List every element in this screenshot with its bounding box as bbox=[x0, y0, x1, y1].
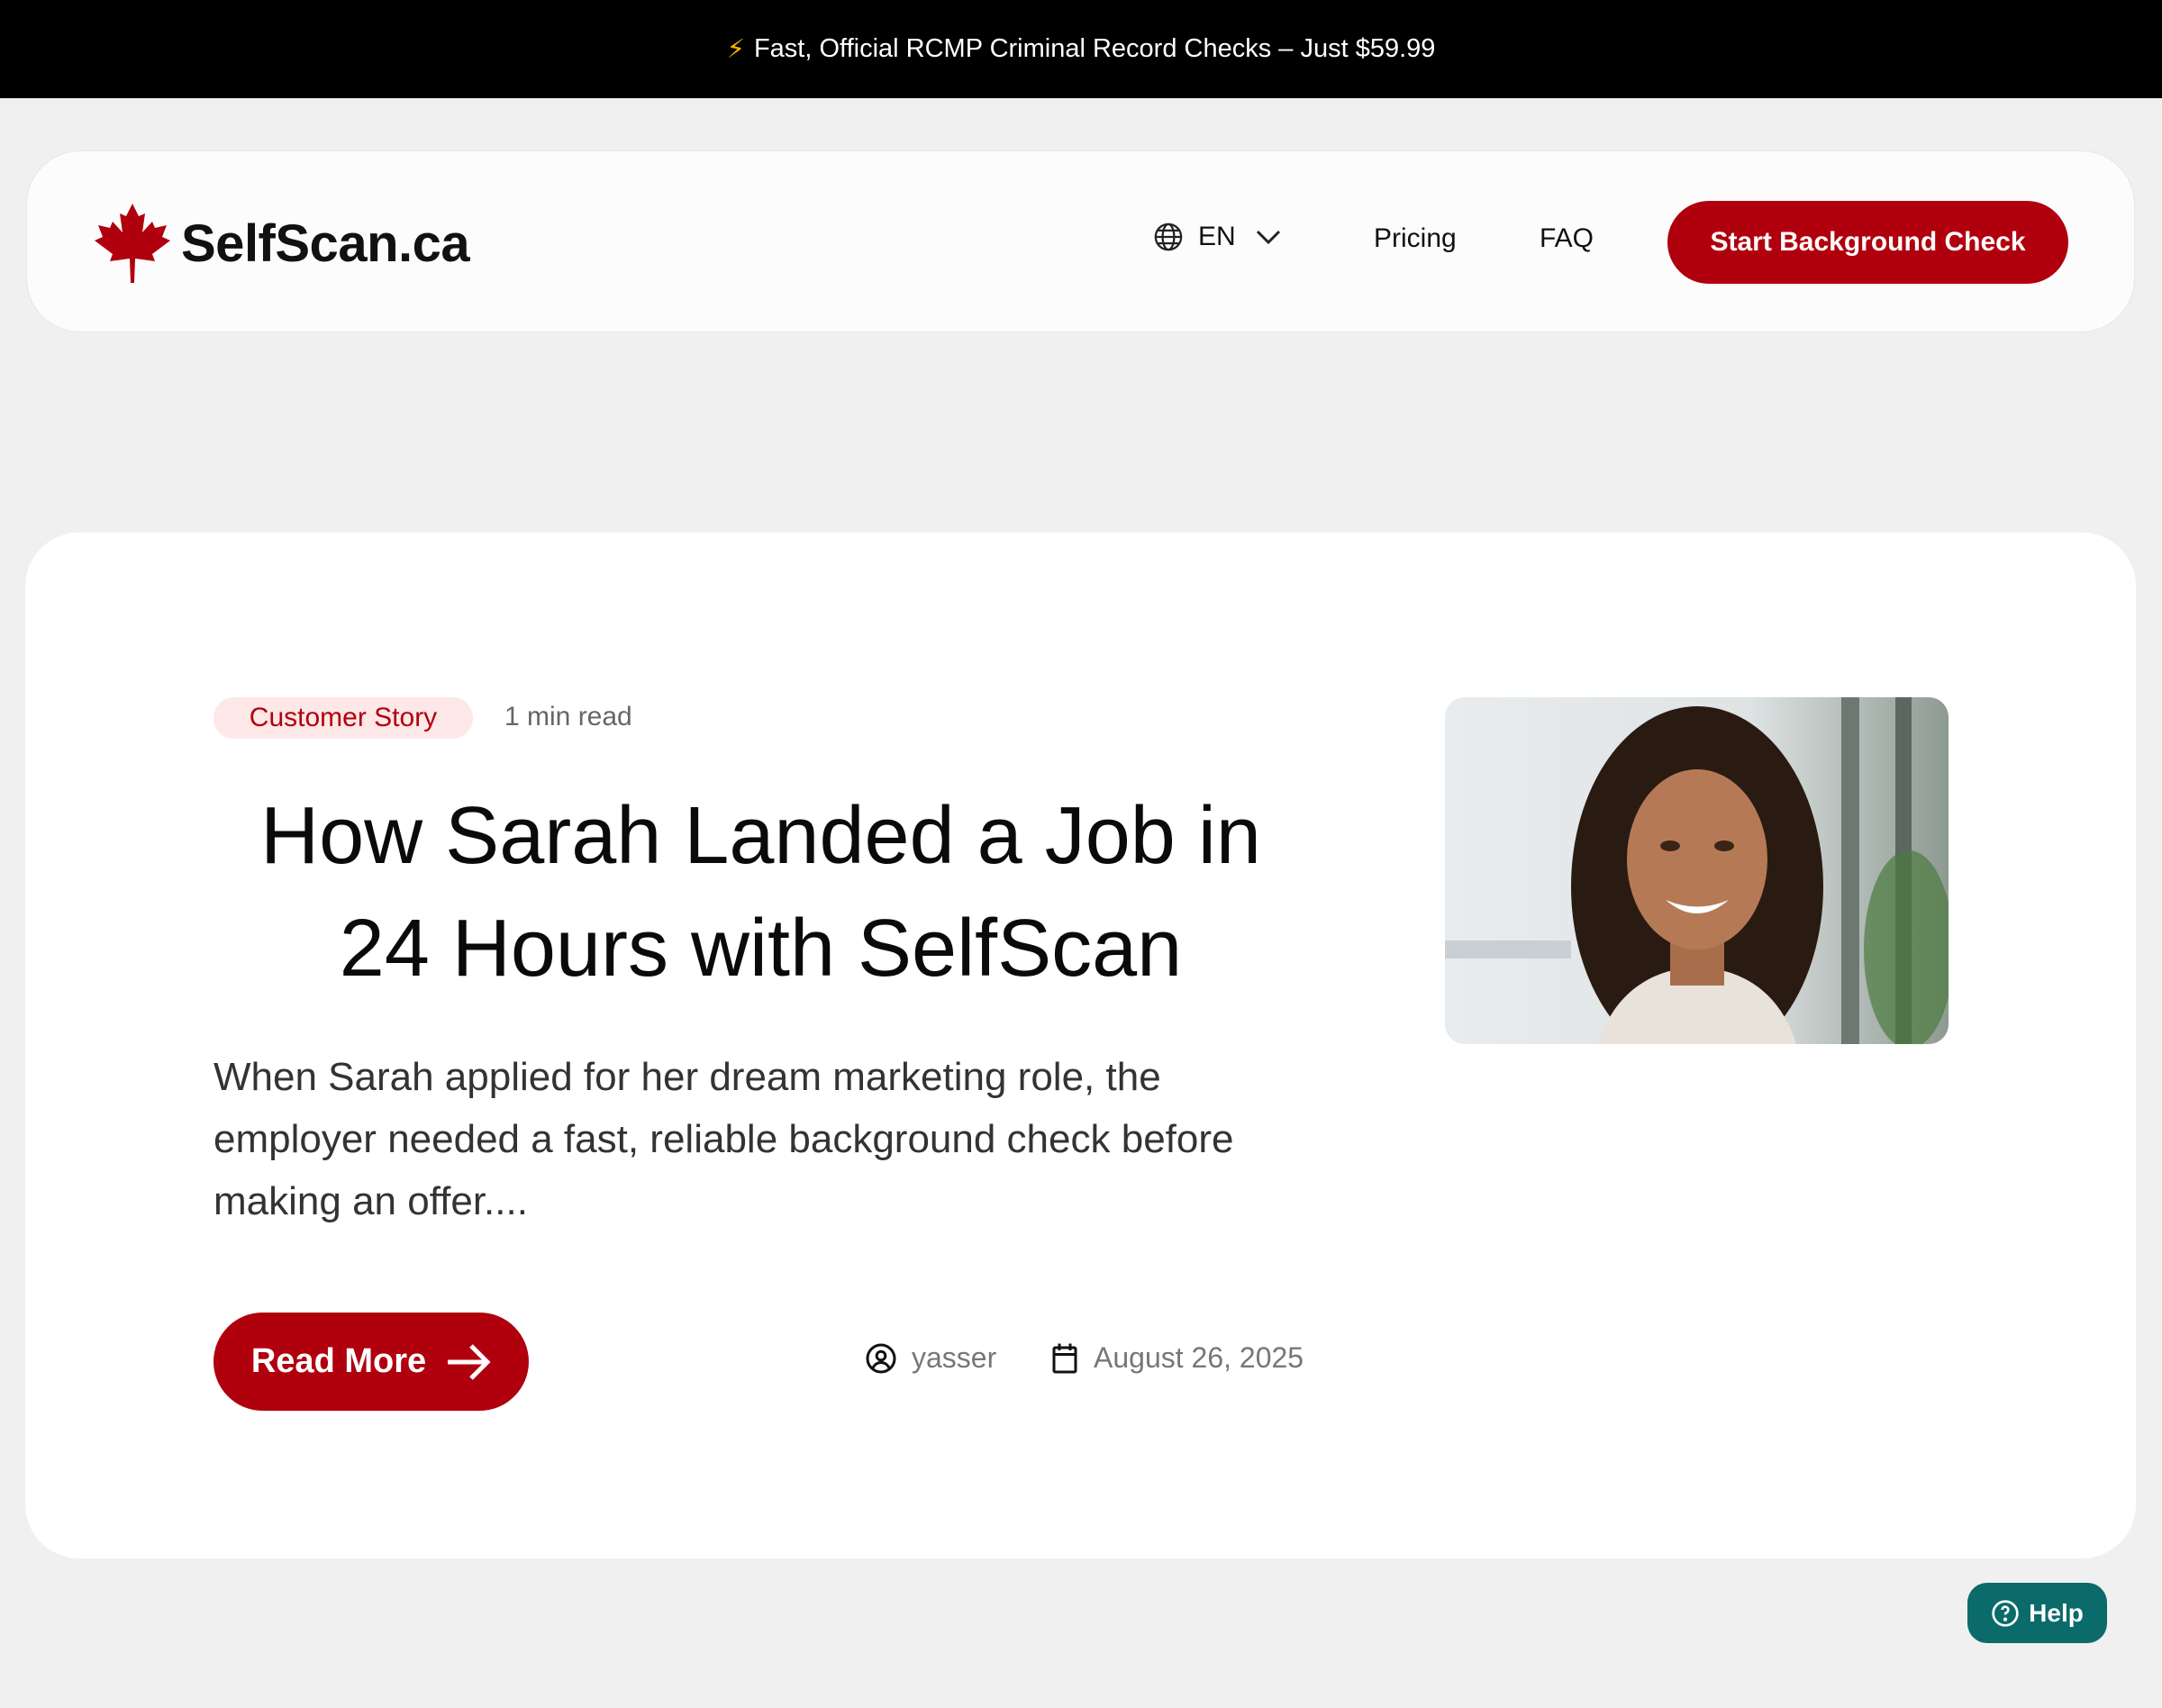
arrow-right-icon bbox=[448, 1343, 491, 1380]
date-text: August 26, 2025 bbox=[1094, 1341, 1304, 1374]
post-excerpt: When Sarah applied for her dream marketi… bbox=[213, 1055, 1234, 1223]
read-more-button[interactable]: Read More bbox=[213, 1313, 529, 1411]
question-circle-icon bbox=[1992, 1599, 2019, 1627]
calendar-icon bbox=[1052, 1343, 1077, 1373]
logo[interactable]: SelfScan.ca bbox=[95, 204, 470, 283]
language-selector[interactable]: EN bbox=[1153, 222, 1281, 252]
lightning-bolt-icon: ⚡ bbox=[726, 35, 745, 64]
post-featured-image[interactable] bbox=[1445, 697, 1949, 1044]
woman-portrait-image bbox=[1445, 697, 1949, 1044]
post-date: August 26, 2025 bbox=[1050, 1341, 1304, 1375]
user-icon bbox=[866, 1343, 896, 1373]
announcement-bar: ⚡ Fast, Official RCMP Criminal Record Ch… bbox=[0, 0, 2162, 98]
help-label: Help bbox=[2029, 1598, 2084, 1627]
maple-leaf-icon bbox=[95, 204, 170, 283]
read-time: 1 min read bbox=[504, 702, 632, 731]
chevron-down-icon bbox=[1256, 230, 1280, 245]
category-badge[interactable]: Customer Story bbox=[213, 697, 473, 739]
language-label: EN bbox=[1198, 222, 1236, 251]
author-name: yasser bbox=[912, 1341, 997, 1374]
site-header: SelfScan.ca EN Pricing FAQ Start Backgro… bbox=[26, 150, 2135, 332]
globe-icon bbox=[1154, 223, 1183, 251]
announcement-text: Fast, Official RCMP Criminal Record Chec… bbox=[753, 34, 1436, 63]
help-button[interactable]: Help bbox=[1967, 1583, 2107, 1643]
post-title[interactable]: How Sarah Landed a Job in 24 Hours with … bbox=[213, 780, 1308, 1005]
post-author: yasser bbox=[865, 1341, 996, 1375]
nav-faq[interactable]: FAQ bbox=[1540, 223, 1594, 254]
post-title-line-1: How Sarah Landed a Job in bbox=[260, 791, 1261, 881]
nav-pricing[interactable]: Pricing bbox=[1374, 223, 1457, 254]
post-title-line-2: 24 Hours with SelfScan bbox=[339, 904, 1183, 994]
blog-post-card: Customer Story 1 min read How Sarah Land… bbox=[25, 532, 2136, 1558]
logo-text: SelfScan.ca bbox=[181, 214, 470, 273]
start-background-check-button[interactable]: Start Background Check bbox=[1667, 201, 2068, 284]
read-more-label: Read More bbox=[250, 1342, 427, 1380]
